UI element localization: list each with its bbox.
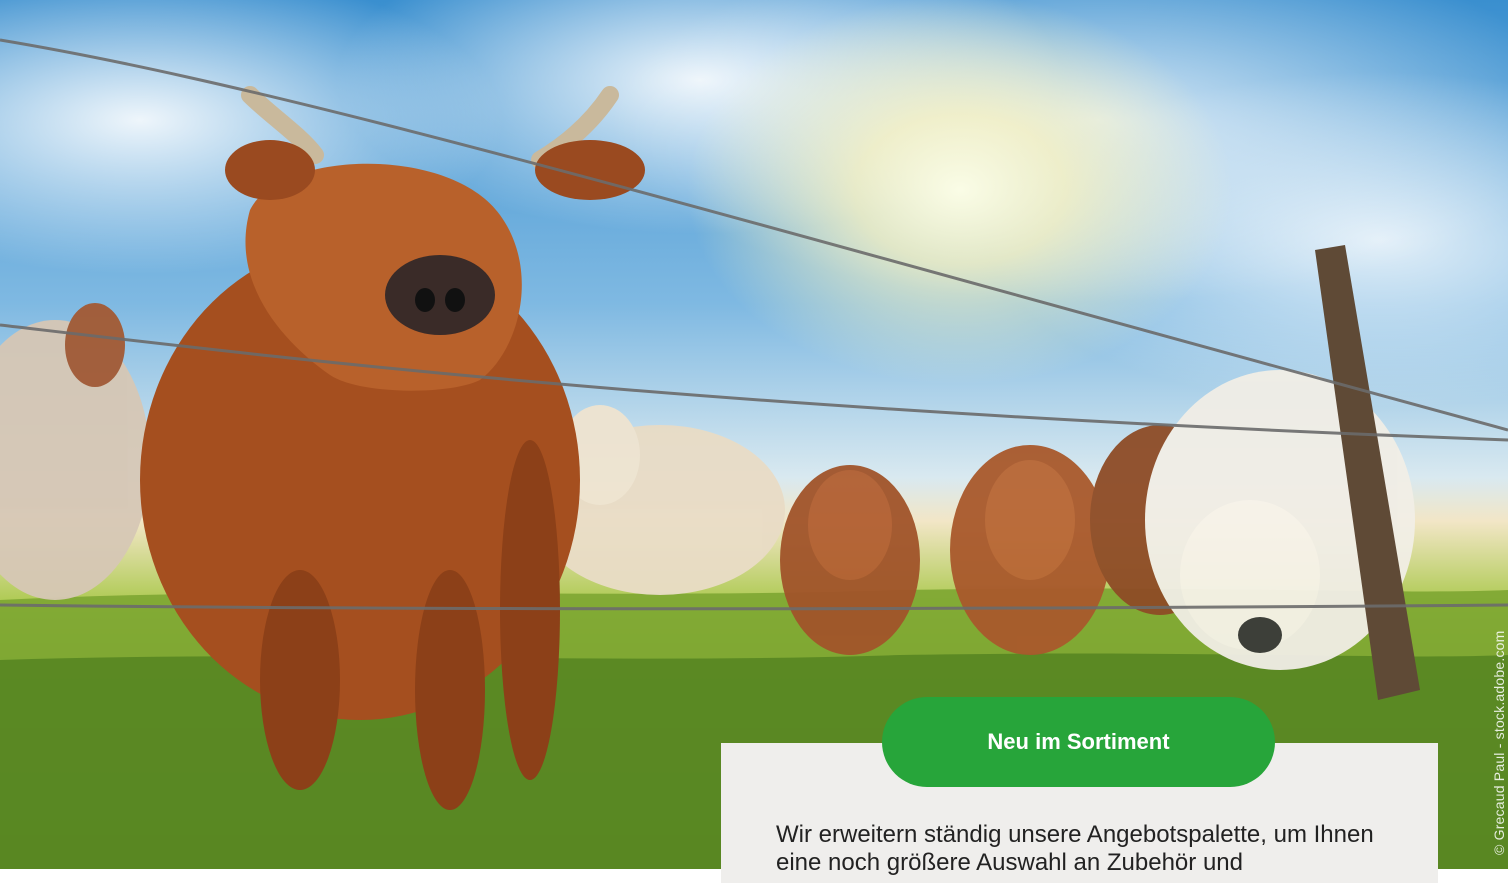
photo-credit: © Grecaud Paul - stock.adobe.com bbox=[1491, 630, 1507, 856]
hero-photo bbox=[0, 0, 1508, 869]
cow-pasture-illustration bbox=[0, 38, 1508, 869]
new-in-assortment-button[interactable]: Neu im Sortiment bbox=[882, 697, 1275, 787]
